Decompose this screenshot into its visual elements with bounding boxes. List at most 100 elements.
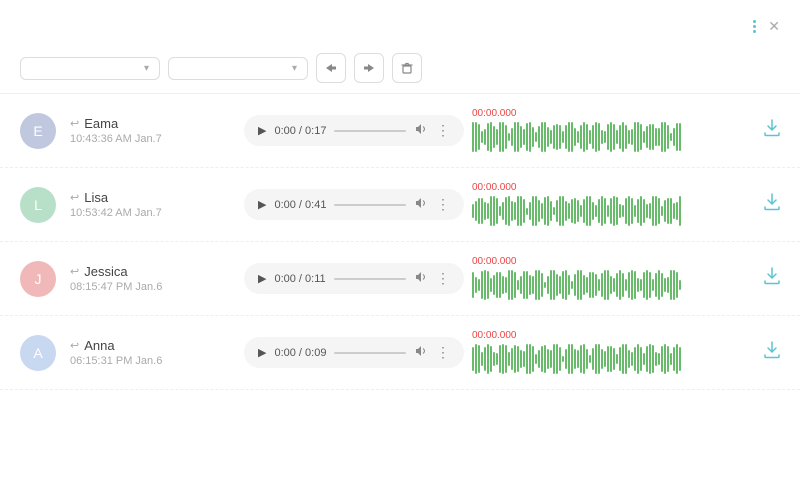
- download-button[interactable]: [764, 267, 780, 290]
- waveform-bar: [604, 270, 606, 300]
- volume-icon[interactable]: [414, 344, 428, 361]
- waveform-bar: [616, 354, 618, 365]
- whatsapp-dropdown[interactable]: ▾: [168, 57, 308, 80]
- volume-icon[interactable]: [414, 122, 428, 139]
- more-options-icon[interactable]: ⋮: [436, 196, 450, 213]
- more-options-icon[interactable]: ⋮: [436, 344, 450, 361]
- waveform-bar: [526, 344, 528, 374]
- waveform-bar: [499, 345, 501, 373]
- call-name: ↩ Jessica: [70, 264, 230, 279]
- waveform-bar: [511, 128, 513, 147]
- waveform-bar: [592, 272, 594, 298]
- more-options-icon[interactable]: ⋮: [436, 122, 450, 139]
- waveform-bar: [562, 356, 564, 363]
- waveform-bar: [589, 196, 591, 226]
- audio-progress-bar[interactable]: [334, 278, 406, 280]
- waveform-bar: [532, 276, 534, 293]
- waveform-timestamp: 00:00.000: [472, 108, 692, 119]
- waveform-bar: [559, 276, 561, 293]
- waveform-bar: [475, 277, 477, 292]
- waveform-bar: [646, 204, 648, 218]
- waveform-bar: [613, 348, 615, 370]
- download-button[interactable]: [764, 341, 780, 364]
- waveform-timestamp: 00:00.000: [472, 182, 692, 193]
- waveform-bar: [472, 272, 474, 299]
- contacts-dropdown[interactable]: ▾: [20, 57, 160, 80]
- waveform-bar: [649, 272, 651, 298]
- waveform-bar: [523, 199, 525, 223]
- waveform-bar: [478, 198, 480, 224]
- waveform-bar: [511, 201, 513, 222]
- volume-icon[interactable]: [414, 270, 428, 287]
- play-button[interactable]: ▶: [258, 346, 266, 359]
- waveform-bar: [661, 206, 663, 217]
- dots-grid-icon[interactable]: [753, 20, 756, 33]
- waveform-section: 00:00.000: [472, 182, 692, 227]
- waveform-bar: [559, 196, 561, 226]
- forward-button[interactable]: [316, 53, 346, 83]
- waveform-bar: [619, 347, 621, 372]
- waveform-bar: [517, 280, 519, 291]
- waveform-bar: [637, 199, 639, 223]
- waveform-bar: [574, 198, 576, 224]
- waveform-bar: [481, 198, 483, 224]
- waveform-bar: [676, 344, 678, 374]
- close-icon[interactable]: ✕: [768, 18, 780, 35]
- waveform: [472, 343, 692, 375]
- volume-icon[interactable]: [414, 196, 428, 213]
- waveform-bar: [595, 274, 597, 296]
- waveform-bar: [499, 272, 501, 298]
- reply-button[interactable]: [354, 53, 384, 83]
- waveform-bar: [655, 196, 657, 226]
- waveform-section: 00:00.000: [472, 256, 692, 301]
- waveform-bar: [481, 352, 483, 367]
- waveform-bar: [673, 128, 675, 146]
- waveform-bar: [649, 203, 651, 218]
- waveform-bar: [514, 122, 516, 152]
- audio-section: ▶ 0:00 / 0:17 ⋮ 00:00.000: [244, 108, 746, 153]
- waveform-bar: [562, 131, 564, 143]
- waveform-bar: [592, 202, 594, 220]
- play-button[interactable]: ▶: [258, 198, 266, 211]
- avatar: J: [20, 261, 56, 297]
- waveform-bar: [508, 270, 510, 300]
- waveform-bar: [625, 198, 627, 225]
- waveform-bar: [562, 196, 564, 226]
- waveform-bar: [481, 131, 483, 142]
- waveform-bar: [577, 350, 579, 368]
- audio-progress-bar[interactable]: [334, 204, 406, 206]
- waveform-bar: [559, 125, 561, 148]
- waveform-bar: [598, 123, 600, 151]
- more-options-icon[interactable]: ⋮: [436, 270, 450, 287]
- audio-player: ▶ 0:00 / 0:41 ⋮: [244, 189, 464, 220]
- waveform-bar: [502, 276, 504, 294]
- audio-player: ▶ 0:00 / 0:11 ⋮: [244, 263, 464, 294]
- play-button[interactable]: ▶: [258, 124, 266, 137]
- app-header: ✕: [0, 0, 800, 45]
- waveform-bar: [628, 350, 630, 368]
- waveform-bar: [484, 270, 486, 300]
- waveform-bar: [544, 282, 546, 289]
- waveform-bar: [538, 126, 540, 148]
- waveform-timestamp: 00:00.000: [472, 330, 692, 341]
- waveform: [472, 195, 692, 227]
- waveform-bar: [553, 125, 555, 150]
- audio-progress-bar[interactable]: [334, 352, 406, 354]
- call-info: ↩ Lisa 10:53:42 AM Jan.7: [70, 190, 230, 219]
- caller-name: Lisa: [84, 190, 108, 205]
- waveform-bar: [496, 272, 498, 299]
- waveform-bar: [613, 278, 615, 291]
- waveform-bar: [580, 205, 582, 217]
- waveform-bar: [619, 125, 621, 149]
- download-button[interactable]: [764, 193, 780, 216]
- waveform-bar: [679, 196, 681, 226]
- download-button[interactable]: [764, 119, 780, 142]
- waveform-bar: [589, 130, 591, 143]
- audio-progress-bar[interactable]: [334, 130, 406, 132]
- waveform-bar: [490, 278, 492, 292]
- waveform-bar: [505, 197, 507, 224]
- delete-button[interactable]: [392, 53, 422, 83]
- play-button[interactable]: ▶: [258, 272, 266, 285]
- avatar: L: [20, 187, 56, 223]
- waveform-bar: [667, 125, 669, 150]
